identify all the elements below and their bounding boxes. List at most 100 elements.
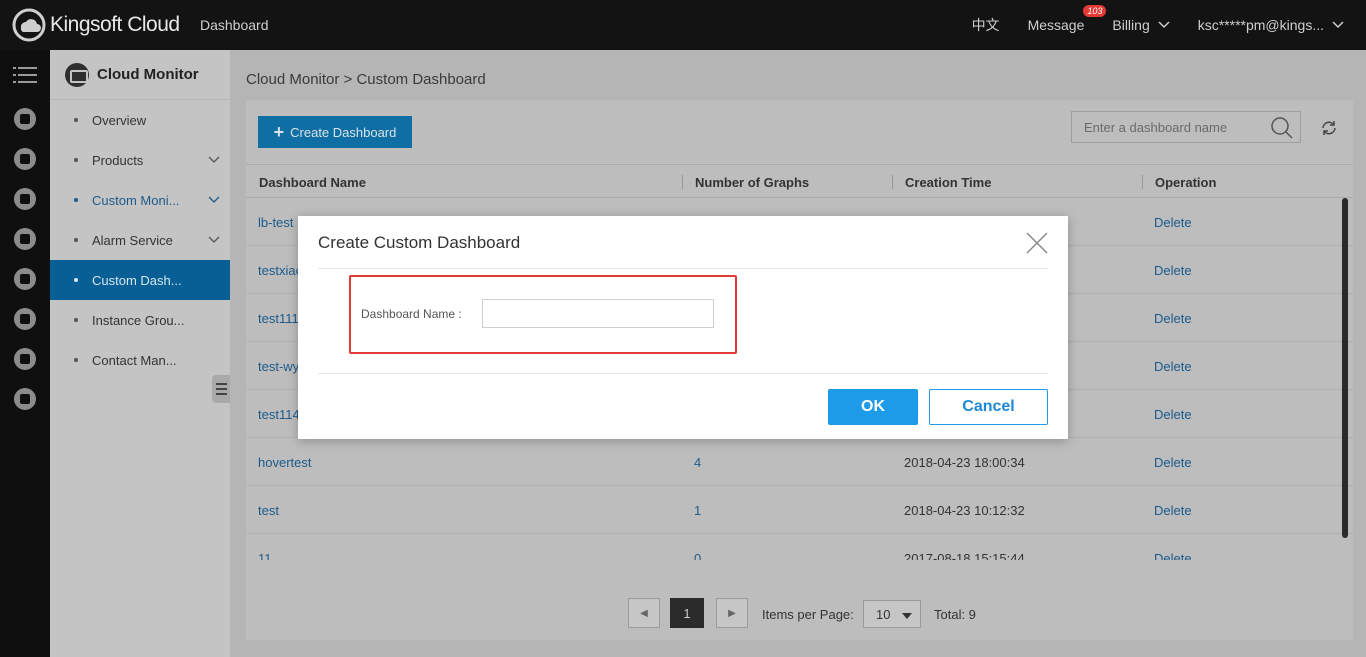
sidebar-item-label: Custom Dash... (92, 272, 182, 288)
sidebar-item-contact-management[interactable]: Contact Man... (50, 340, 230, 380)
table-row: test 1 2018-04-23 10:12:32 Delete (246, 486, 1353, 534)
sidebar: Cloud Monitor Overview Products Custom M… (50, 50, 230, 657)
column-header: Number of Graphs (695, 175, 810, 190)
sidebar-item-label: Custom Moni... (92, 192, 180, 208)
delete-link[interactable]: Delete (1154, 503, 1192, 518)
creation-time: 2018-04-23 18:00:34 (904, 455, 1025, 470)
sidebar-item-products[interactable]: Products (50, 140, 230, 180)
dashboard-name-link[interactable]: test (258, 503, 279, 518)
creation-time: 2017-08-18 15:15:44 (904, 551, 1025, 560)
sidebar-item-custom-monitor[interactable]: Custom Moni... (50, 180, 230, 220)
cancel-button[interactable]: Cancel (929, 389, 1048, 425)
items-per-page-value: 10 (876, 606, 891, 622)
table-row: 11 0 2017-08-18 15:15:44 Delete (246, 534, 1353, 560)
chevron-down-icon (208, 156, 220, 163)
items-per-page-select[interactable]: 10 (863, 600, 921, 628)
refresh-icon[interactable] (1320, 119, 1338, 137)
network-icon[interactable] (14, 188, 36, 210)
sidebar-collapse-toggle[interactable] (212, 375, 230, 403)
prev-page-button[interactable]: ◀ (628, 598, 660, 628)
sidebar-item-label: Alarm Service (92, 232, 173, 248)
dashboard-name-label: Dashboard Name : (361, 307, 462, 321)
search-box (1071, 111, 1301, 143)
creation-time: 2018-04-23 10:12:32 (904, 503, 1025, 518)
delete-link[interactable]: Delete (1154, 551, 1192, 560)
table-scrollbar[interactable] (1342, 198, 1348, 538)
bullet (74, 238, 78, 242)
menu-icon[interactable] (13, 66, 37, 84)
dashboard-name-link[interactable]: test114 (258, 407, 300, 422)
delete-link[interactable]: Delete (1154, 455, 1192, 470)
plus-icon: + (273, 122, 285, 142)
collapse-icon (216, 383, 227, 395)
table-row: hovertest 4 2018-04-23 18:00:34 Delete (246, 438, 1353, 486)
sidebar-item-instance-group[interactable]: Instance Grou... (50, 300, 230, 340)
message-link[interactable]: Message 103 (1028, 5, 1107, 33)
column-divider (682, 175, 683, 189)
billing-menu[interactable]: Billing (1112, 17, 1170, 33)
sidebar-item-label: Contact Man... (92, 352, 177, 368)
chevron-down-icon (1158, 21, 1170, 29)
sidebar-header: Cloud Monitor (50, 50, 230, 100)
database-icon[interactable] (14, 228, 36, 250)
sidebar-item-custom-dashboard[interactable]: Custom Dash... (50, 260, 230, 300)
sidebar-item-overview[interactable]: Overview (50, 100, 230, 140)
sidebar-title: Cloud Monitor (97, 66, 199, 83)
cube-icon[interactable] (14, 148, 36, 170)
delete-link[interactable]: Delete (1154, 407, 1192, 422)
column-divider (892, 175, 893, 189)
cloud-icon[interactable] (14, 308, 36, 330)
table-header: Dashboard Name Number of Graphs Creation… (246, 164, 1353, 198)
cluster-icon[interactable] (14, 348, 36, 370)
icon-rail (0, 50, 50, 657)
divider (318, 373, 1048, 374)
chevron-down-icon (208, 236, 220, 243)
delete-link[interactable]: Delete (1154, 215, 1192, 230)
top-bar: Kingsoft Cloud Dashboard 中文 Message 103 … (0, 0, 1366, 50)
dashboard-name-link[interactable]: test-wy (258, 359, 299, 374)
dashboard-name-input[interactable] (482, 299, 714, 328)
dashboard-name-link[interactable]: test111 (258, 311, 299, 326)
billing-label: Billing (1112, 17, 1150, 33)
graph-count: 0 (694, 551, 702, 560)
caret-down-icon (902, 613, 912, 619)
column-header: Operation (1155, 175, 1217, 190)
language-switch[interactable]: 中文 (972, 15, 1000, 35)
dashboard-name-link[interactable]: testxiao (258, 263, 303, 278)
storage-icon[interactable] (14, 268, 36, 290)
items-per-page-label: Items per Page: (762, 607, 854, 622)
bullet (74, 318, 78, 322)
sidebar-item-label: Products (92, 152, 144, 168)
dialog-title: Create Custom Dashboard (318, 233, 521, 252)
search-icon[interactable] (1270, 116, 1294, 140)
close-icon[interactable] (1026, 232, 1048, 254)
monitor-icon[interactable] (14, 108, 36, 130)
bullet (74, 358, 78, 362)
ok-button[interactable]: OK (828, 389, 918, 425)
breadcrumb: Cloud Monitor > Custom Dashboard (246, 71, 486, 88)
delete-link[interactable]: Delete (1154, 359, 1192, 374)
dashboard-name-link[interactable]: lb-test (258, 215, 293, 230)
chevron-down-icon (208, 196, 220, 203)
logo[interactable]: Kingsoft Cloud (12, 8, 180, 42)
create-dashboard-button[interactable]: + Create Dashboard (258, 116, 412, 148)
search-input[interactable] (1072, 112, 1262, 142)
delete-link[interactable]: Delete (1154, 311, 1192, 326)
current-page[interactable]: 1 (670, 598, 704, 628)
sidebar-item-alarm-service[interactable]: Alarm Service (50, 220, 230, 260)
account-label: ksc*****pm@kings... (1197, 17, 1324, 33)
dashboard-name-link[interactable]: hovertest (258, 455, 311, 470)
bullet (74, 198, 78, 202)
bullet (74, 158, 78, 162)
nav-dashboard-link[interactable]: Dashboard (200, 17, 269, 33)
sidebar-item-label: Instance Grou... (92, 312, 185, 328)
chevron-down-icon (1332, 21, 1344, 29)
group-icon[interactable] (14, 388, 36, 410)
next-page-button[interactable]: ▶ (716, 598, 748, 628)
account-menu[interactable]: ksc*****pm@kings... (1198, 17, 1344, 33)
create-dashboard-label: Create Dashboard (290, 124, 397, 140)
dashboard-name-link[interactable]: 11 (258, 551, 272, 560)
sidebar-item-label: Overview (92, 112, 147, 128)
delete-link[interactable]: Delete (1154, 263, 1192, 278)
kingsoft-cloud-logo-icon (12, 8, 46, 42)
